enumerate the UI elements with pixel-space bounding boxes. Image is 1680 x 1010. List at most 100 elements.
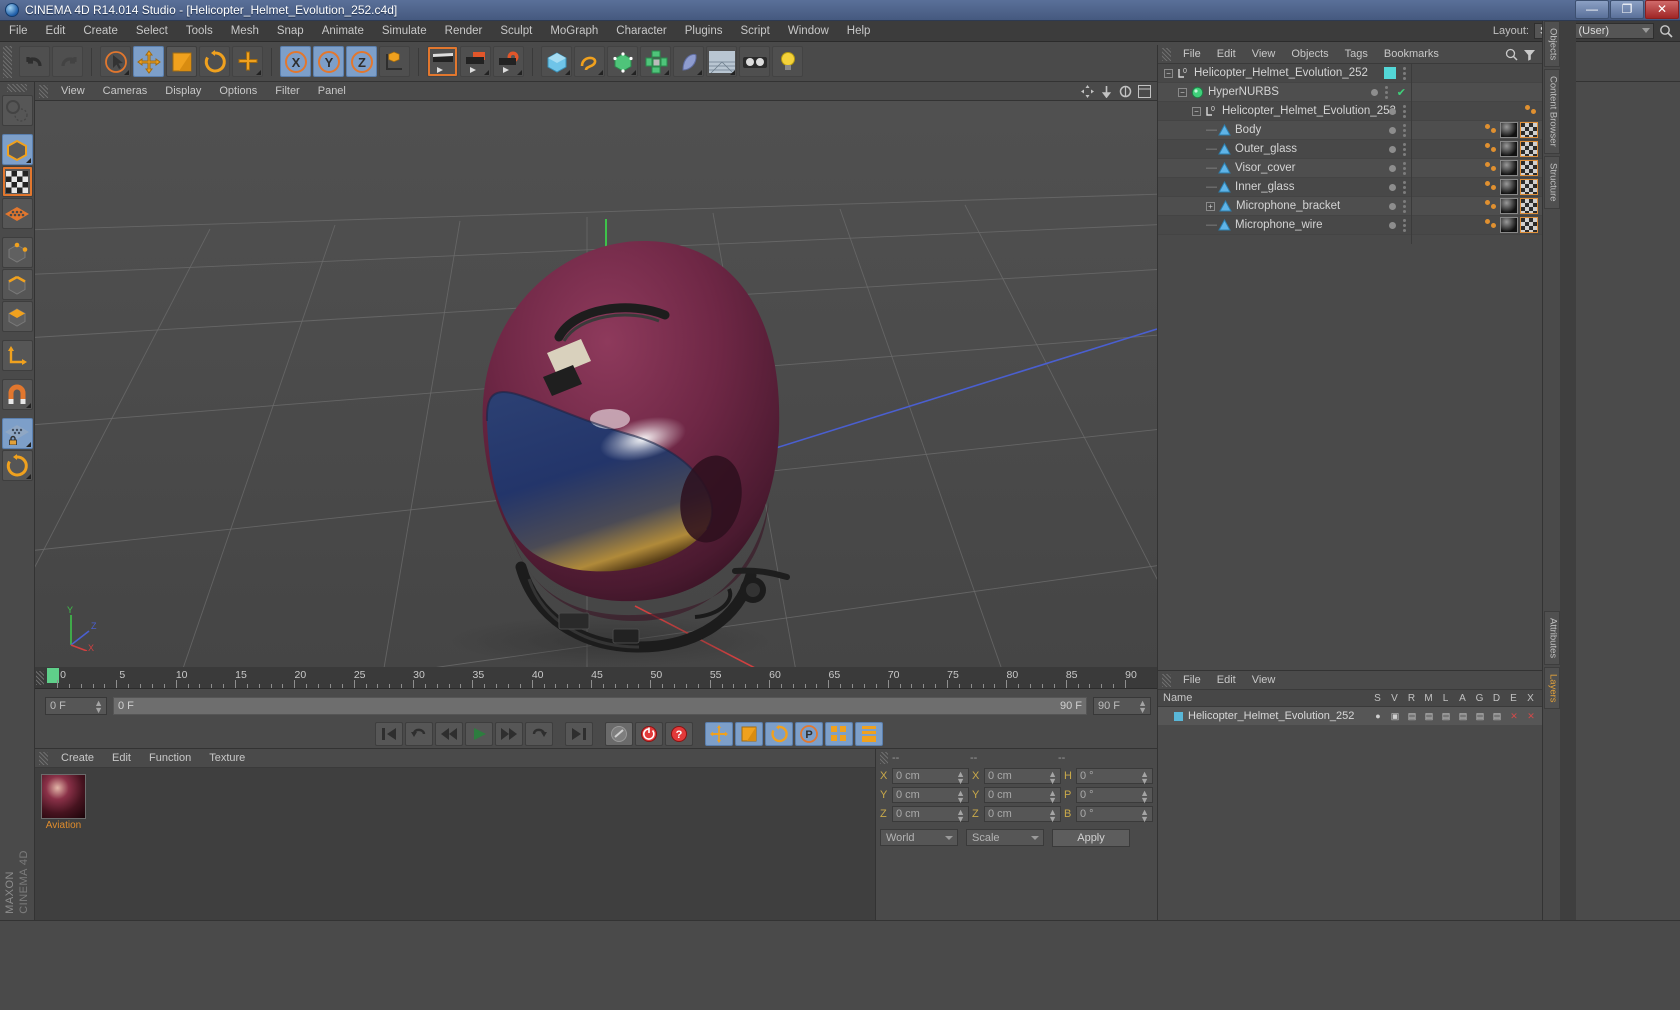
object-tags[interactable] [1524, 103, 1538, 119]
menu-animate[interactable]: Animate [313, 21, 373, 41]
object-tags[interactable] [1484, 122, 1538, 138]
search-icon[interactable] [1659, 24, 1674, 39]
size-x-field[interactable]: 0 cm ▲ ▼ [984, 767, 1061, 785]
live-selection-button[interactable] [100, 46, 131, 77]
render-view-button[interactable] [427, 46, 458, 77]
viewport-menu-options[interactable]: Options [210, 82, 266, 100]
rail-tab-objects[interactable]: Objects [1543, 21, 1560, 68]
object-tree[interactable]: −0 Helicopter_Helmet_Evolution_252− HyperN… [1158, 64, 1542, 235]
menu-sculpt[interactable]: Sculpt [491, 21, 541, 41]
polygons-mode-button[interactable] [1, 301, 33, 332]
camera-button[interactable] [739, 46, 770, 77]
lock-x-axis-button[interactable]: X [280, 46, 311, 77]
previous-keyframe-button[interactable] [405, 722, 433, 746]
uvw-tag-icon[interactable] [1520, 179, 1538, 195]
spinner-icon[interactable]: ▲ ▼ [1140, 788, 1149, 804]
object-tag-dots[interactable] [1484, 122, 1498, 138]
uvw-tag-icon[interactable] [1520, 122, 1538, 138]
visibility-dots[interactable] [1389, 123, 1406, 137]
layer-flag-d[interactable]: ▤ [1490, 711, 1504, 722]
timeline-mode-button[interactable] [855, 722, 883, 746]
scale-button[interactable] [166, 46, 197, 77]
object-tags[interactable] [1484, 160, 1538, 176]
make-editable-button[interactable] [1, 95, 33, 126]
filter-icon[interactable] [1523, 48, 1536, 61]
object-row[interactable]: − 0 Helicopter_Helmet_Evolution_252 [1158, 102, 1542, 121]
expand-toggle-icon[interactable]: − [1192, 106, 1201, 116]
bend-deformer-button[interactable] [673, 46, 704, 77]
maximize-icon[interactable] [1138, 84, 1151, 98]
spinner-icon[interactable]: ▲ ▼ [1138, 698, 1147, 714]
layer-flag-l[interactable]: ▤ [1439, 711, 1453, 722]
spinner-icon[interactable]: ▲ ▼ [956, 788, 965, 804]
render-settings-button[interactable] [493, 46, 524, 77]
uvw-tag-icon[interactable] [1520, 198, 1538, 214]
layer-flag-v[interactable]: ▣ [1388, 711, 1402, 722]
spinner-icon[interactable]: ▲ ▼ [1140, 769, 1149, 785]
viewport-3d-scene[interactable]: Perspective [35, 101, 1157, 667]
spinner-icon[interactable]: ▲ ▼ [1048, 769, 1057, 785]
layer-column-x[interactable]: X [1522, 693, 1539, 704]
material-tag-icon[interactable] [1500, 217, 1518, 233]
texture-mode-button[interactable] [1, 166, 33, 197]
coordinates-grip[interactable] [880, 751, 888, 764]
play-button[interactable] [465, 722, 493, 746]
key-rotation-button[interactable] [765, 722, 793, 746]
rotate-icon[interactable] [1119, 85, 1132, 98]
position-x-field[interactable]: 0 cm ▲ ▼ [892, 767, 969, 785]
menu-mesh[interactable]: Mesh [222, 21, 268, 41]
visibility-dots[interactable] [1389, 142, 1406, 156]
world-object-axis-button[interactable] [379, 46, 410, 77]
rotate-button[interactable] [199, 46, 230, 77]
lock-y-axis-button[interactable]: Y [313, 46, 344, 77]
position-z-field[interactable]: 0 cm ▲ ▼ [892, 805, 969, 823]
move-button[interactable] [133, 46, 164, 77]
object-grip[interactable] [1162, 47, 1171, 61]
material-tag-icon[interactable] [1500, 160, 1518, 176]
keyframe-help-button[interactable]: ? [665, 722, 693, 746]
coordinate-system-select[interactable]: World [880, 829, 958, 846]
size-y-field[interactable]: 0 cm ▲ ▼ [984, 786, 1061, 804]
material-tag-icon[interactable] [1500, 122, 1518, 138]
material-tag-icon[interactable] [1500, 141, 1518, 157]
viewport-menu-panel[interactable]: Panel [309, 82, 355, 100]
enable-snap-button[interactable] [1, 379, 33, 410]
object-tag-dots[interactable] [1484, 179, 1498, 195]
object-tag-dots[interactable] [1484, 141, 1498, 157]
menu-select[interactable]: Select [127, 21, 177, 41]
object-menu-objects[interactable]: Objects [1283, 45, 1336, 63]
material-tag-icon[interactable] [1500, 179, 1518, 195]
object-tags[interactable] [1484, 217, 1538, 233]
rail-tab-attributes[interactable]: Attributes [1543, 610, 1560, 665]
pan-icon[interactable] [1081, 84, 1094, 98]
layer-column-s[interactable]: S [1369, 693, 1386, 704]
search-icon[interactable] [1505, 48, 1518, 61]
object-row[interactable]: — Outer_glass [1158, 140, 1542, 159]
menu-file[interactable]: File [0, 21, 37, 41]
polygon-object-icon[interactable] [1217, 162, 1231, 174]
material-preview[interactable] [41, 774, 86, 819]
menu-snap[interactable]: Snap [268, 21, 313, 41]
visibility-dots[interactable] [1389, 180, 1406, 194]
uvw-tag-icon[interactable] [1520, 141, 1538, 157]
primitive-cube-button[interactable] [541, 46, 572, 77]
layer-column-d[interactable]: D [1488, 693, 1505, 704]
layer-menu-view[interactable]: View [1244, 671, 1284, 689]
object-row[interactable]: − 0 Helicopter_Helmet_Evolution_252 [1158, 64, 1542, 83]
spinner-icon[interactable]: ▲ ▼ [956, 769, 965, 785]
nurbs-button[interactable] [607, 46, 638, 77]
polygon-object-icon[interactable] [1217, 124, 1231, 136]
object-row[interactable]: — Body [1158, 121, 1542, 140]
spinner-icon[interactable]: ▲ ▼ [956, 807, 965, 823]
object-row[interactable]: − HyperNURBS ✔ [1158, 83, 1542, 102]
null-object-icon[interactable]: 0 [1204, 105, 1218, 117]
layer-column-m[interactable]: M [1420, 693, 1437, 704]
uvw-tag-icon[interactable] [1520, 217, 1538, 233]
max-frame-field[interactable]: 90 F ▲ ▼ [1093, 696, 1151, 715]
step-back-button[interactable] [435, 722, 463, 746]
layer-flag-g[interactable]: ▤ [1473, 711, 1487, 722]
object-axis-button[interactable] [1, 340, 33, 371]
object-menu-bookmarks[interactable]: Bookmarks [1376, 45, 1447, 63]
object-menu-file[interactable]: File [1175, 45, 1209, 63]
menu-render[interactable]: Render [436, 21, 492, 41]
